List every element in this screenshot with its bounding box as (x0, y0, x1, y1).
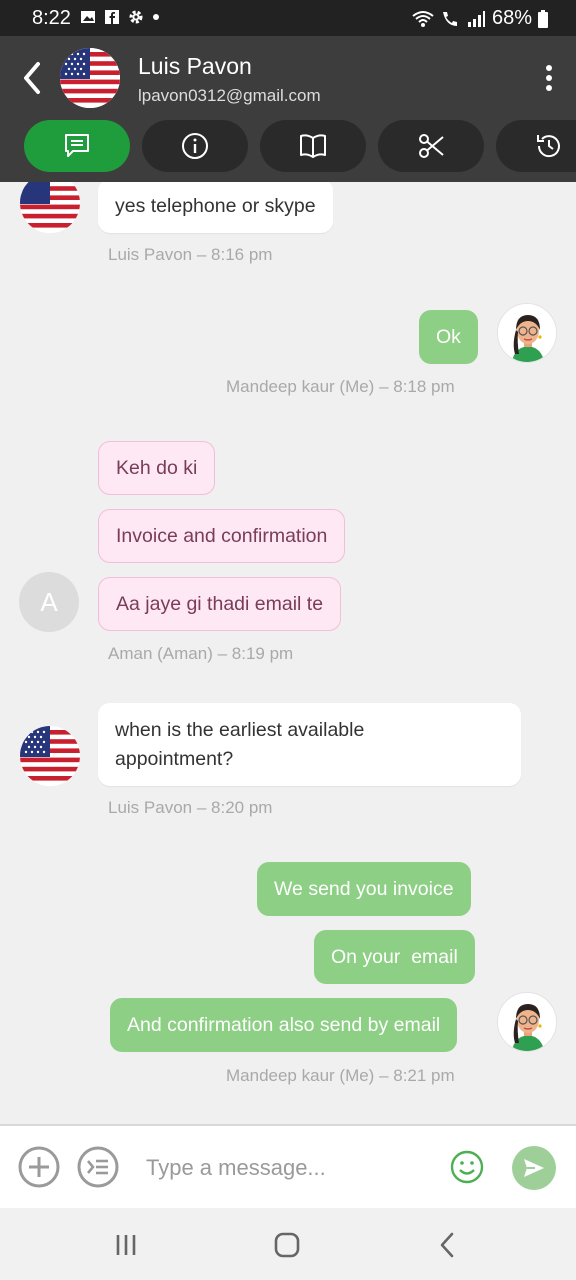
battery-icon (538, 9, 548, 28)
tab-chat[interactable] (24, 120, 130, 172)
more-options-icon[interactable] (544, 64, 554, 92)
contact-name[interactable]: Luis Pavon (138, 53, 252, 80)
nav-back-icon[interactable] (433, 1230, 463, 1260)
tab-info[interactable] (142, 120, 248, 172)
chat-header: Luis Pavon lpavon0312@gmail.com (0, 36, 576, 182)
sender-avatar (20, 182, 80, 233)
message-bubble[interactable]: Invoice and confirmation (98, 509, 346, 563)
tab-notes[interactable] (260, 120, 366, 172)
info-icon (182, 133, 208, 159)
wifi-icon (412, 10, 434, 27)
message-bubble[interactable]: On your email (314, 930, 475, 984)
notification-dot-icon (153, 14, 159, 20)
message-bubble[interactable]: We send you invoice (257, 862, 471, 916)
system-nav-bar (0, 1208, 576, 1280)
history-icon (537, 135, 560, 158)
us-flag-icon (20, 726, 80, 786)
message-bubble[interactable]: Aa jaye gi thadi email te (98, 577, 342, 631)
settings-gear-icon (129, 10, 143, 24)
send-button[interactable] (512, 1146, 556, 1190)
send-icon (524, 1159, 544, 1177)
tab-bar (24, 120, 576, 172)
message-meta: Mandeep kaur (Me) – 8:18 pm (226, 377, 455, 396)
my-avatar (497, 303, 557, 363)
message-bubble[interactable]: Keh do ki (98, 441, 216, 495)
my-avatar (497, 992, 557, 1052)
back-arrow-icon[interactable] (18, 60, 46, 96)
signal-icon (467, 10, 485, 27)
emoji-icon[interactable] (450, 1150, 484, 1184)
tab-history[interactable] (496, 120, 576, 172)
message-meta: Aman (Aman) – 8:19 pm (108, 644, 294, 663)
contact-avatar[interactable] (60, 48, 120, 108)
sender-avatar (20, 726, 80, 786)
status-time: 8:22 (32, 7, 71, 29)
wifi-call-icon (442, 11, 457, 26)
tab-tools[interactable] (378, 120, 484, 172)
scissors-icon (419, 134, 444, 158)
message-composer (0, 1124, 576, 1208)
message-meta: Luis Pavon – 8:20 pm (108, 798, 273, 817)
contact-email: lpavon0312@gmail.com (138, 86, 321, 105)
gallery-icon (81, 11, 95, 23)
message-meta: Mandeep kaur (Me) – 8:21 pm (226, 1066, 455, 1085)
message-bubble[interactable]: And confirmation also send by email (110, 998, 458, 1052)
message-meta: Luis Pavon – 8:16 pm (108, 245, 273, 264)
message-input[interactable] (146, 1152, 436, 1184)
sender-avatar: A (19, 572, 79, 632)
status-bar: 8:22 68% (0, 0, 576, 36)
book-icon (300, 134, 326, 158)
message-bubble[interactable]: Ok (419, 310, 478, 364)
facebook-icon (105, 10, 119, 24)
woman-avatar-icon (498, 993, 556, 1051)
quick-replies-icon[interactable] (77, 1146, 119, 1188)
recent-apps-icon[interactable] (111, 1230, 141, 1260)
message-bubble[interactable]: when is the earliest available appointme… (98, 703, 521, 786)
battery-percent: 68% (491, 7, 532, 29)
add-attachment-icon[interactable] (18, 1146, 60, 1188)
chat-icon (65, 134, 89, 157)
message-bubble[interactable]: yes telephone or skype (98, 182, 333, 233)
home-icon[interactable] (272, 1230, 302, 1260)
woman-avatar-icon (498, 304, 556, 362)
us-flag-icon (60, 48, 120, 108)
us-flag-icon (20, 182, 80, 233)
message-list[interactable]: yes telephone or skype Luis Pavon – 8:16… (0, 182, 576, 1124)
